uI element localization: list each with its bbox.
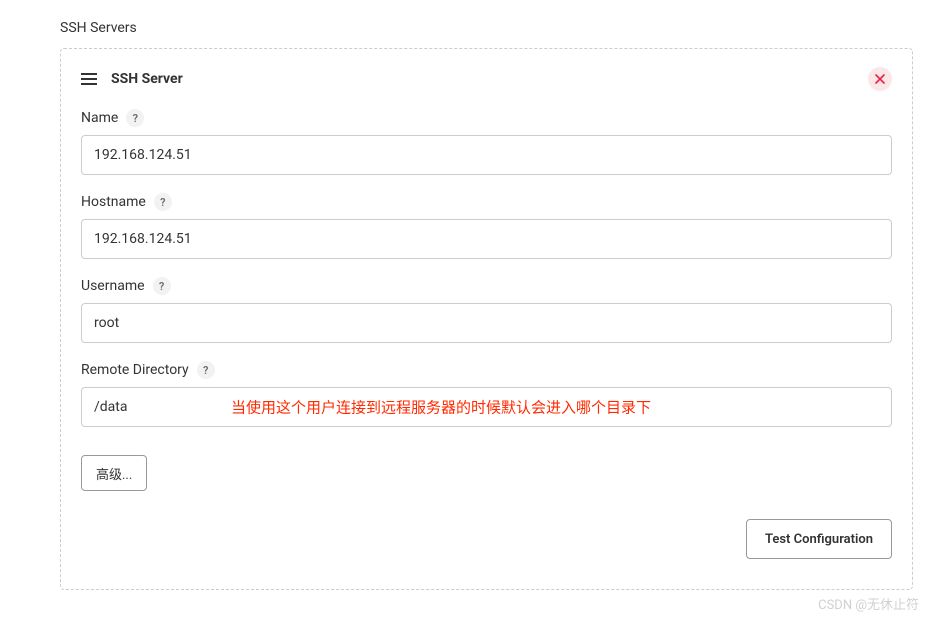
- hostname-label: Hostname: [81, 194, 146, 210]
- drag-handle-icon[interactable]: [81, 73, 97, 85]
- remote-directory-input[interactable]: [81, 387, 892, 427]
- help-icon[interactable]: ?: [153, 277, 171, 295]
- username-label: Username: [81, 278, 145, 294]
- panel-header-left: SSH Server: [81, 71, 183, 87]
- watermark: CSDN @无休止符: [818, 594, 919, 613]
- remote-directory-label: Remote Directory: [81, 362, 189, 378]
- test-configuration-button[interactable]: Test Configuration: [746, 519, 892, 559]
- advanced-button[interactable]: 高级...: [81, 455, 147, 491]
- panel-title: SSH Server: [111, 71, 183, 87]
- help-icon[interactable]: ?: [126, 109, 144, 127]
- field-remote-directory: Remote Directory ? 当使用这个用户连接到远程服务器的时候默认会…: [81, 361, 892, 427]
- help-icon[interactable]: ?: [154, 193, 172, 211]
- panel-header: SSH Server: [81, 67, 892, 91]
- field-username: Username ?: [81, 277, 892, 343]
- field-hostname: Hostname ?: [81, 193, 892, 259]
- close-icon: [875, 74, 885, 84]
- field-name: Name ?: [81, 109, 892, 175]
- username-input[interactable]: [81, 303, 892, 343]
- help-icon[interactable]: ?: [197, 361, 215, 379]
- ssh-server-panel: SSH Server Name ? Hostname ? Username ?: [60, 48, 913, 590]
- name-label: Name: [81, 110, 118, 126]
- close-button[interactable]: [868, 67, 892, 91]
- page-title: SSH Servers: [60, 20, 913, 36]
- name-input[interactable]: [81, 135, 892, 175]
- hostname-input[interactable]: [81, 219, 892, 259]
